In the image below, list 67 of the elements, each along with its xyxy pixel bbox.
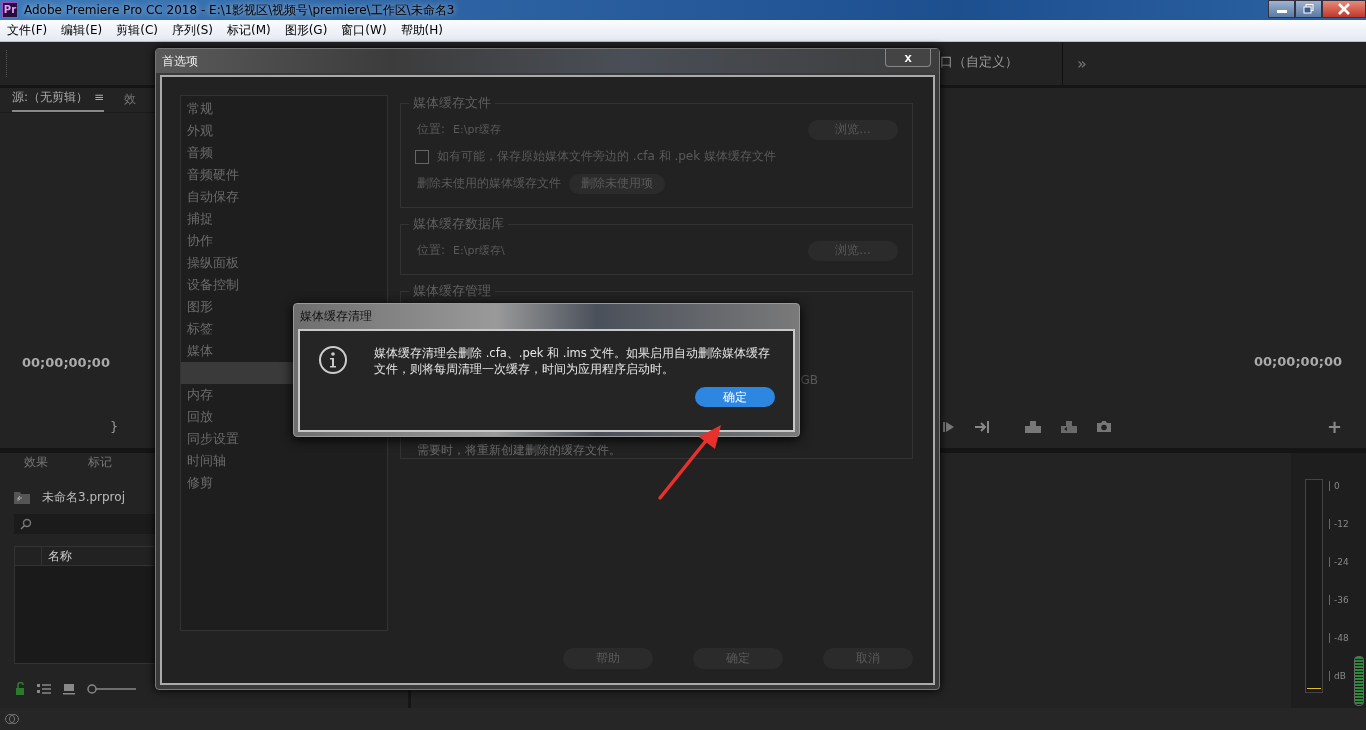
category-item[interactable]: 操纵面板 [181,252,387,274]
close-button[interactable]: x [885,49,931,67]
category-item[interactable]: 常规 [181,98,387,120]
folder-icon [14,491,30,504]
checkbox[interactable] [415,149,429,164]
close-icon [1337,3,1351,15]
timecode: 00;00;00;00 [1254,354,1342,369]
restore-button[interactable] [1295,0,1322,18]
timecode: 00;00;00;00 [22,355,110,370]
list-view-icon[interactable] [36,682,52,695]
scroll-bar[interactable] [1354,656,1364,706]
category-item[interactable]: 自动保存 [181,186,387,208]
ok-button[interactable]: 确定 [695,387,775,407]
panel-tab[interactable]: 效 [124,91,137,112]
meter-tick-label: -24 [1329,557,1349,567]
more-workspaces-button[interactable]: » [1077,54,1087,73]
meter-tick-label: dB [1329,671,1349,681]
search-icon [20,518,32,530]
menu-item[interactable]: 帮助(H) [393,22,450,39]
category-item[interactable]: 时间轴 [181,450,387,472]
category-item[interactable]: 修剪 [181,472,387,494]
group-title: 媒体缓存数据库 [412,216,505,233]
lock-icon[interactable] [14,682,26,695]
add-button[interactable]: + [1326,416,1342,437]
info-icon [318,345,348,375]
grip-handle[interactable] [6,50,10,77]
dialog-title: 首选项 [162,52,198,70]
unit-label: GB [800,372,818,387]
panel-tab[interactable]: 标记 [88,454,112,475]
meter-tick-label: -48 [1329,633,1349,643]
project-name: 未命名3.prproj [42,489,125,506]
category-item[interactable]: 协作 [181,230,387,252]
meter-tick-label: -36 [1329,595,1349,605]
menu-item[interactable]: 窗口(W) [334,22,394,39]
meter-tick-label: -12 [1329,519,1349,529]
play-icon[interactable] [942,420,956,433]
category-item[interactable]: 音频 [181,142,387,164]
marker-glyph: } [110,419,119,434]
menu-item[interactable]: 剪辑(C) [109,22,165,39]
lift-icon[interactable] [1024,419,1042,434]
category-item[interactable]: 音频硬件 [181,164,387,186]
icon-view-icon[interactable] [62,682,76,695]
category-item[interactable]: 设备控制 [181,274,387,296]
window-title: Adobe Premiere Pro CC 2018 - E:\1影视区\视频号\premiere\工作区\未命名3 [24,1,455,19]
go-to-out-icon[interactable] [974,419,992,434]
menu-item[interactable]: 文件(F) [0,22,55,39]
camera-icon[interactable] [1096,420,1112,433]
group-title: 媒体缓存文件 [412,95,492,112]
alert-message: 媒体缓存清理会删除 .cfa、.pek 和 .ims 文件。如果启用自动删除媒体缓存文件，则将每周清理一次缓存，时间为应用程序启动时。 [374,345,772,377]
column-header[interactable]: 名称 [42,547,72,565]
alert-title: 媒体缓存清理 [299,308,373,325]
menu-item[interactable]: 编辑(E) [54,22,110,39]
note-text: 需要时，将重新创建删除的缓存文件。 [417,442,621,459]
app-icon: Pr [2,2,18,18]
category-item[interactable]: 捕捉 [181,208,387,230]
panel-tab[interactable]: 源:（无剪辑） ≡ [12,89,105,112]
minimize-button[interactable] [1268,0,1295,18]
menu-item[interactable]: 标记(M) [219,22,278,39]
category-item[interactable]: 外观 [181,120,387,142]
cloud-icon [4,713,20,725]
panel-tab[interactable]: 效果 [24,454,48,475]
restore-icon [1302,4,1315,14]
menu-item[interactable]: 序列(S) [164,22,220,39]
meter-tick-label: 0 [1329,481,1349,491]
menu-item[interactable]: 图形(G) [277,22,335,39]
close-button[interactable] [1322,0,1366,18]
extract-icon[interactable] [1060,419,1078,434]
